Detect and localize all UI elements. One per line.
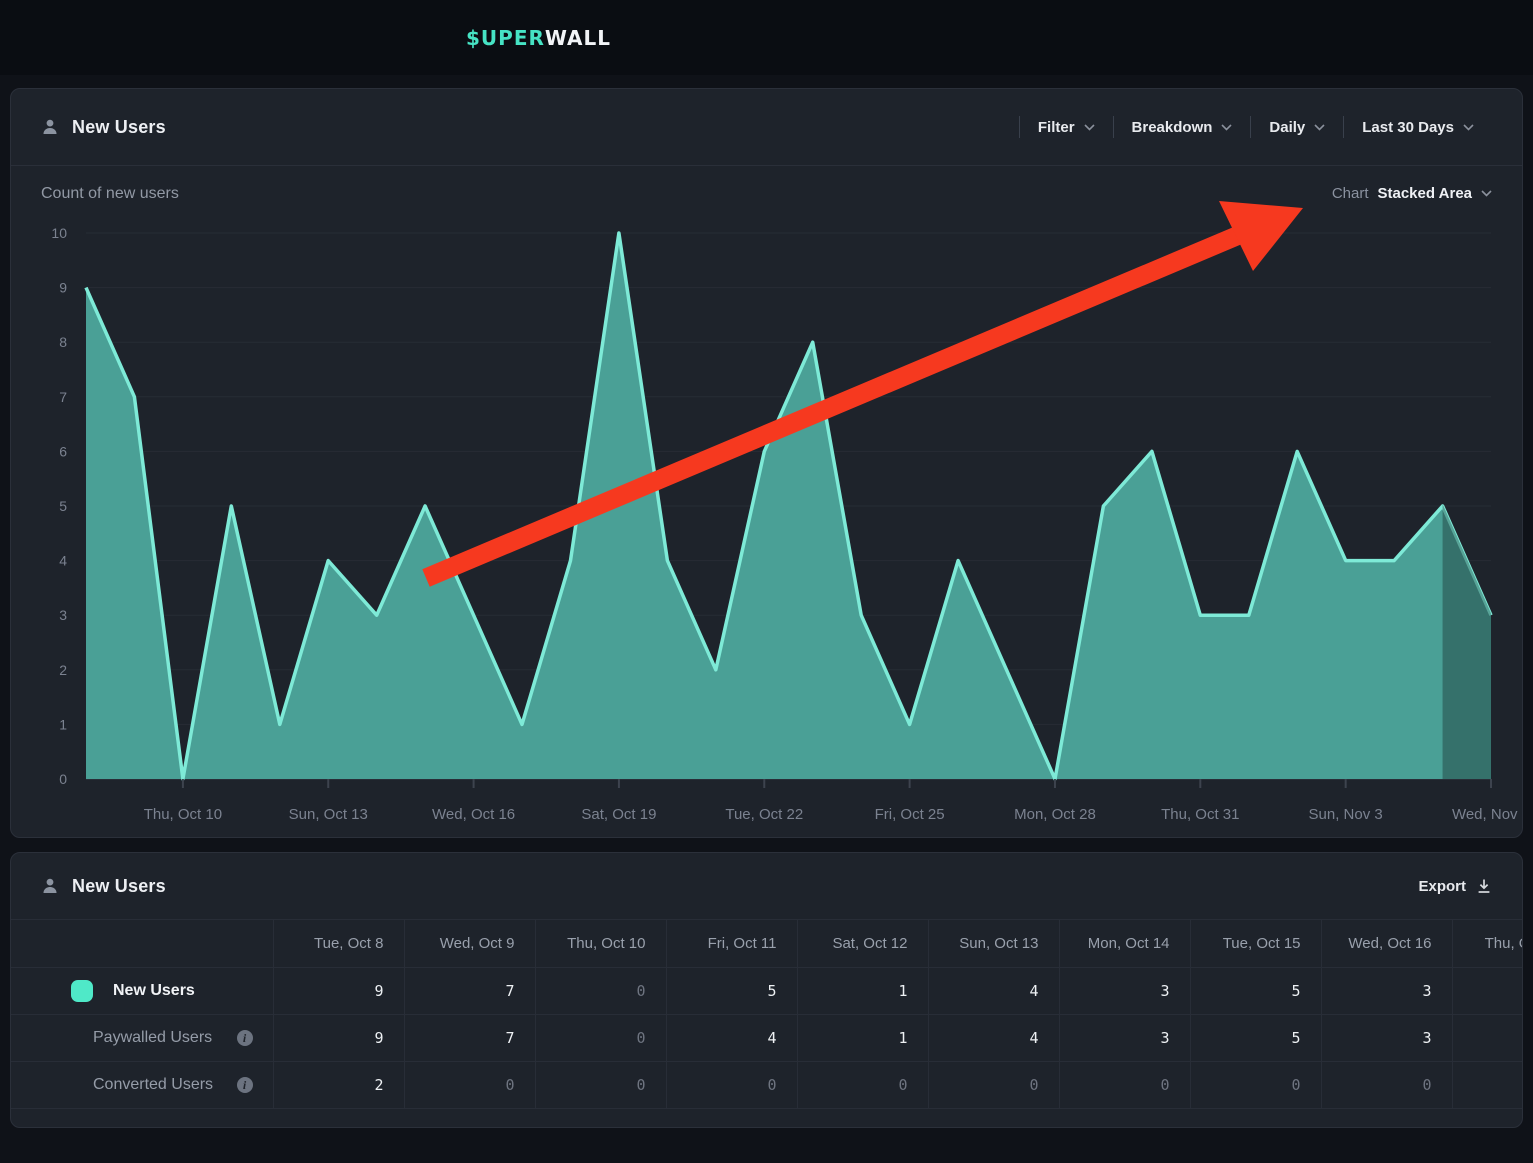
column-header: Thu, Oct 10	[535, 920, 666, 968]
y-axis-label: 8	[59, 334, 67, 350]
table-cell: 0	[535, 968, 666, 1015]
x-axis-label: Sat, Oct 19	[581, 806, 656, 823]
y-axis-label: 5	[59, 498, 67, 514]
y-axis-label: 1	[59, 716, 67, 732]
table-cell: 5	[1190, 1015, 1321, 1062]
table-cell	[1452, 968, 1523, 1015]
table-cell: 3	[1059, 1015, 1190, 1062]
row-label: Paywalled Users	[93, 1029, 212, 1047]
table-cell: 5	[1190, 968, 1321, 1015]
dimmed-last-segment	[1443, 504, 1491, 779]
x-axis-label: Sun, Nov 3	[1309, 806, 1383, 823]
download-icon	[1476, 878, 1492, 894]
column-header: Tue, Oct 8	[273, 920, 404, 968]
row-label: Converted Users	[93, 1076, 213, 1094]
table-cell: 0	[666, 1062, 797, 1109]
row-label-cell: Paywalled Users i	[11, 1015, 273, 1062]
table-cell: 0	[1321, 1062, 1452, 1109]
table-cell: 7	[404, 1015, 535, 1062]
top-nav-bar: $UPERWALL	[0, 0, 1533, 75]
table-cell: 9	[273, 1015, 404, 1062]
y-axis-label: 6	[59, 443, 67, 459]
x-axis-label: Fri, Oct 25	[875, 806, 945, 823]
table-panel-title: New Users	[72, 876, 166, 897]
table-cell: 5	[666, 968, 797, 1015]
y-axis-label: 0	[59, 771, 67, 787]
table-cell: 0	[928, 1062, 1059, 1109]
y-axis-label: 9	[59, 280, 67, 296]
table-cell: 1	[797, 1015, 928, 1062]
column-header: Wed, Oct 9	[404, 920, 535, 968]
table-header-row: Tue, Oct 8Wed, Oct 9Thu, Oct 10Fri, Oct …	[11, 920, 1523, 968]
table-cell: 7	[404, 968, 535, 1015]
y-axis-label: 10	[51, 225, 67, 241]
table-cell: 2	[273, 1062, 404, 1109]
x-axis-label: Thu, Oct 31	[1161, 806, 1239, 823]
y-axis-label: 2	[59, 662, 67, 678]
column-header: Thu, Oct 17	[1452, 920, 1523, 968]
export-label: Export	[1418, 878, 1466, 895]
table-cell: 9	[273, 968, 404, 1015]
table-cell: 0	[404, 1062, 535, 1109]
column-header: Sun, Oct 13	[928, 920, 1059, 968]
table-cell: 0	[797, 1062, 928, 1109]
series-color-swatch	[71, 980, 93, 1002]
x-axis-label: Wed, Nov 6	[1452, 806, 1523, 823]
x-axis-label: Mon, Oct 28	[1014, 806, 1096, 823]
new-users-data-table: Tue, Oct 8Wed, Oct 9Thu, Oct 10Fri, Oct …	[11, 919, 1523, 1109]
row-label-cell: Converted Users i	[11, 1062, 273, 1109]
row-label: New Users	[113, 982, 195, 1000]
table-cell: 1	[797, 968, 928, 1015]
new-users-chart-panel: New Users Filter Breakdown Daily Last 30…	[10, 88, 1523, 838]
stacked-area-chart[interactable]: 0 1 2 3 4 5 6 7 8 9 10 Thu, Oct 10 Sun, Oct 13 Wed, O…	[11, 89, 1523, 838]
logo-primary: $UPER	[466, 26, 545, 50]
y-axis-label: 4	[59, 553, 67, 569]
person-icon	[41, 877, 59, 895]
new-users-table-panel: New Users Export Tue, Oct 8Wed, Oct 9Thu…	[10, 852, 1523, 1128]
x-axis-label: Tue, Oct 22	[725, 806, 803, 823]
x-axis-label: Thu, Oct 10	[144, 806, 222, 823]
table-row: New Users 970514353	[11, 968, 1523, 1015]
x-axis-label: Sun, Oct 13	[289, 806, 368, 823]
table-cell: 0	[535, 1015, 666, 1062]
table-row: Converted Usersi 200000000	[11, 1062, 1523, 1109]
logo-secondary: WALL	[545, 26, 611, 50]
table-cell: 3	[1059, 968, 1190, 1015]
y-axis-label: 3	[59, 607, 67, 623]
column-header: Mon, Oct 14	[1059, 920, 1190, 968]
table-panel-header: New Users Export	[11, 853, 1522, 919]
table-row: Paywalled Usersi 970414353	[11, 1015, 1523, 1062]
column-header: Wed, Oct 16	[1321, 920, 1452, 968]
table-cell: 4	[666, 1015, 797, 1062]
table-cell: 3	[1321, 1015, 1452, 1062]
table-cell	[1452, 1062, 1523, 1109]
info-icon[interactable]: i	[237, 1030, 253, 1046]
row-label-column-header	[11, 920, 273, 968]
row-label-cell: New Users	[11, 968, 273, 1015]
column-header: Sat, Oct 12	[797, 920, 928, 968]
table-cell: 4	[928, 1015, 1059, 1062]
y-axis-label: 7	[59, 389, 67, 405]
superwall-logo: $UPERWALL	[466, 26, 611, 50]
column-header: Fri, Oct 11	[666, 920, 797, 968]
column-header: Tue, Oct 15	[1190, 920, 1321, 968]
x-axis-label: Wed, Oct 16	[432, 806, 515, 823]
table-cell: 0	[1190, 1062, 1321, 1109]
table-cell: 4	[928, 968, 1059, 1015]
table-cell: 0	[535, 1062, 666, 1109]
info-icon[interactable]: i	[237, 1077, 253, 1093]
table-cell	[1452, 1015, 1523, 1062]
export-button[interactable]: Export	[1418, 878, 1492, 895]
table-cell: 3	[1321, 968, 1452, 1015]
table-cell: 0	[1059, 1062, 1190, 1109]
